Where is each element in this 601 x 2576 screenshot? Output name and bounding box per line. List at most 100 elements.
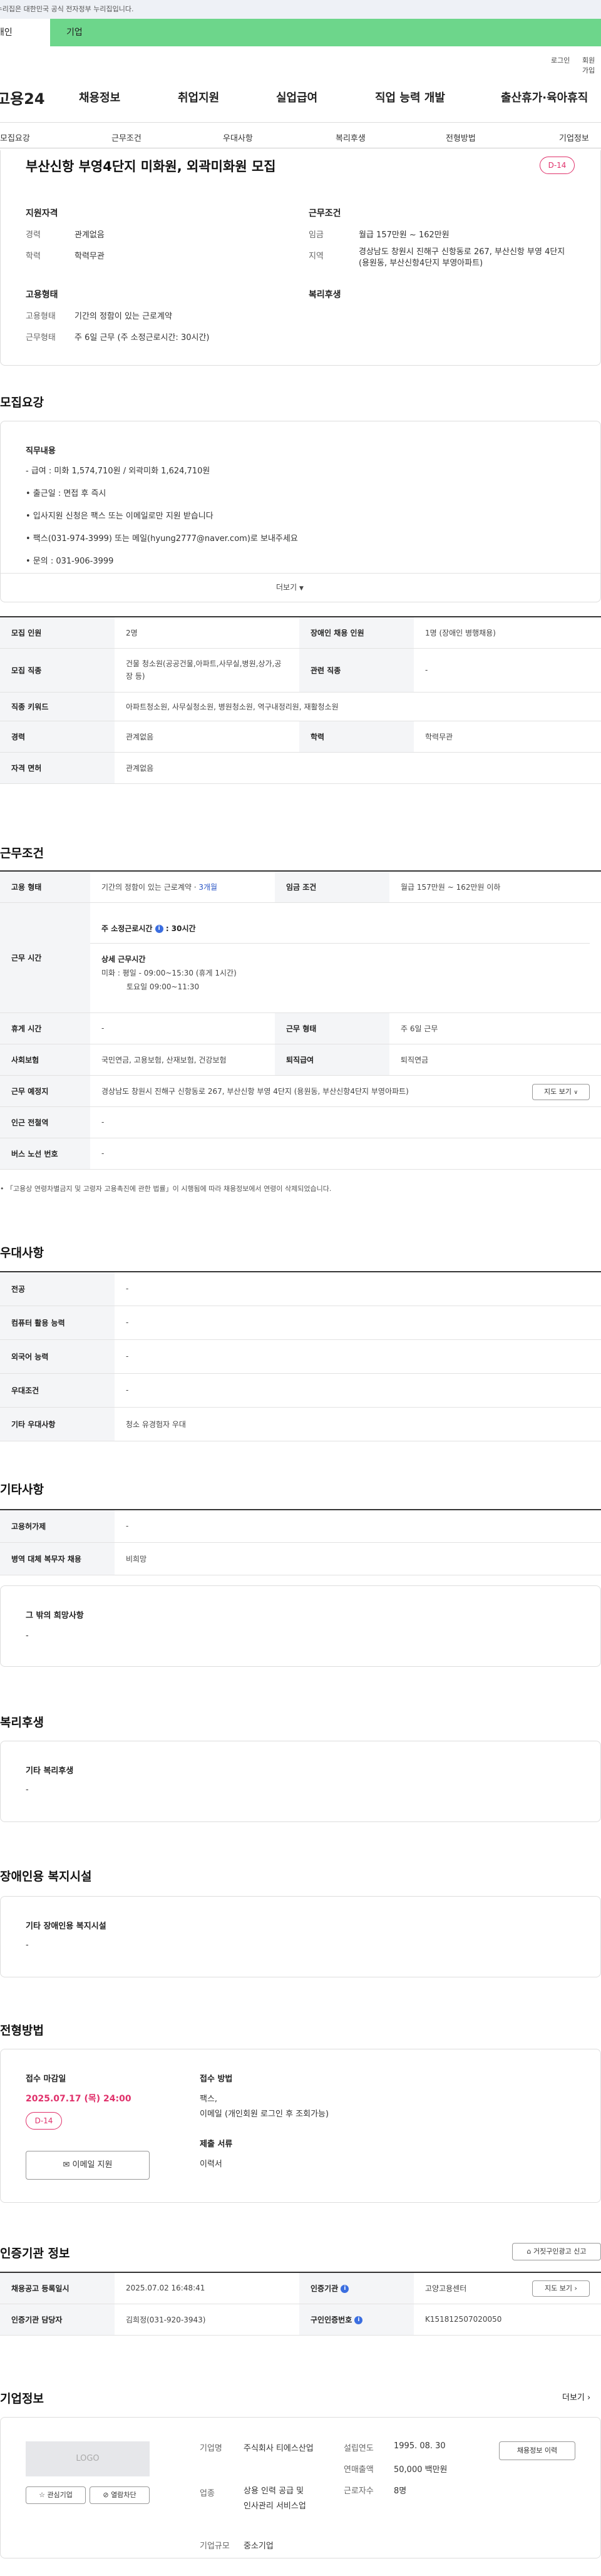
- recruit-education-value: 학력무관: [414, 721, 601, 753]
- notice-marker: •: [0, 1185, 6, 1193]
- mail-icon: ✉: [63, 2160, 70, 2170]
- cert-org-label: 인증기관: [311, 2284, 339, 2293]
- weekly-hours: 주 소정근로시간 i : 30시간: [101, 924, 196, 933]
- company-name-value: 주식회사 티에스산업: [244, 2444, 314, 2453]
- work-type-label: 근무형태: [26, 333, 56, 343]
- info-icon[interactable]: i: [155, 924, 163, 933]
- cert-org-label-cell: 인증기관 i: [299, 2272, 414, 2304]
- deadline-title: 접수 마감일: [26, 2074, 66, 2084]
- job-type-value: 건물 청소원(공공건물,아파트,사무실,병원,상가,공장 등): [115, 648, 299, 693]
- duty-card: 직무내용 - 급여 : 미화 1,574,710원 / 외곽미화 1,624,7…: [0, 421, 601, 602]
- disabled-count-value: 1명 (장애인 병행채용): [414, 617, 601, 649]
- duty-line: • 문의 : 031-906-3999: [26, 557, 114, 566]
- license-label: 자격 면허: [0, 752, 115, 784]
- facility-heading: 장애인용 복지시설: [0, 1870, 92, 1883]
- other-hopes-card: 그 밖의 희망사항 -: [0, 1585, 601, 1667]
- career-label: 경력: [26, 230, 41, 240]
- false-ad-report-button[interactable]: ⌂ 거짓구인광고 신고: [512, 2243, 601, 2260]
- recruit-career-value: 관계없음: [115, 721, 299, 753]
- gov-banner: 이 누리집은 대한민국 공식 전자정부 누리집입니다.: [0, 0, 601, 19]
- subnav-conditions[interactable]: 근무조건: [111, 131, 141, 143]
- severance-label: 퇴직급여: [275, 1044, 389, 1076]
- industry-value: 상용 인력 공급 및 인사관리 서비스업: [244, 2486, 306, 2511]
- pref-label: 우대조건: [0, 1373, 115, 1408]
- tab-enterprise[interactable]: 기업: [50, 19, 601, 46]
- favorite-company-button[interactable]: ☆ 관심기업: [26, 2486, 86, 2504]
- duty-line: • 팩스(031-974-3999) 또는 메일(hyung2777@naver…: [26, 534, 298, 544]
- job-keyword-label: 직종 키워드: [0, 692, 115, 721]
- recruit-education-label: 학력: [299, 721, 414, 753]
- related-job-value: -: [414, 648, 601, 693]
- certification-table: 채용공고 등록일시 2025.07.02 16:48:41 인증기관 i 고양고…: [0, 2272, 601, 2336]
- welfare-card: 기타 복리후생 -: [0, 1741, 601, 1822]
- screening-heading: 전형방법: [0, 2024, 44, 2038]
- documents-title: 제출 서류: [200, 2140, 233, 2149]
- certification-heading: 인증기관 정보: [0, 2247, 70, 2260]
- job-keyword-value: 아파트청소원, 사무실청소원, 병원청소원, 역구내정리원, 재활청소원: [115, 692, 601, 721]
- login-link[interactable]: 로그인: [551, 55, 570, 65]
- info-icon[interactable]: i: [341, 2284, 349, 2293]
- info-icon[interactable]: i: [354, 2316, 363, 2324]
- work-hours-label: 근무 시간: [0, 902, 90, 1013]
- pref-value: 청소 유경험자 우대: [115, 1407, 601, 1441]
- block-view-label: 열람차단: [111, 2491, 136, 2499]
- nav-jobs[interactable]: 채용정보: [79, 89, 120, 105]
- founded-label: 설립연도: [344, 2444, 374, 2453]
- subnav-recruit[interactable]: 모집요강: [0, 131, 30, 143]
- more-button[interactable]: 더보기 ▼: [276, 582, 304, 592]
- org-map-label: 지도 보기: [545, 2284, 573, 2292]
- facility-card-value: -: [26, 1940, 29, 1950]
- subnav-preference[interactable]: 우대사항: [223, 131, 253, 143]
- welfare-heading: 복리후생: [0, 1716, 44, 1729]
- employment-type-value: 기간의 정함이 있는 근로계약: [74, 312, 172, 321]
- pref-label: 전공: [0, 1272, 115, 1306]
- work-hours-cell: 주 소정근로시간 i : 30시간 상세 근무시간 미화 : 평일 - 09:0…: [90, 902, 601, 1013]
- conditions-title: 근무조건: [309, 209, 341, 219]
- employment-type-title: 고용형태: [26, 290, 58, 300]
- etc-label: 병역 대체 복무자 채용: [0, 1542, 115, 1575]
- company-size-label: 기업규모: [200, 2542, 230, 2551]
- pref-value: -: [115, 1373, 601, 1408]
- etc-value: -: [115, 1510, 601, 1543]
- etc-table: 고용허가제 - 병역 대체 복무자 채용 비희망: [0, 1509, 601, 1575]
- subnav-screening[interactable]: 전형방법: [446, 131, 476, 143]
- pref-label: 컴퓨터 활용 능력: [0, 1306, 115, 1340]
- subway-value: -: [90, 1106, 601, 1138]
- nav-divider: [0, 122, 601, 123]
- email-apply-button[interactable]: ✉ 이메일 지원: [26, 2151, 150, 2180]
- education-label: 학력: [26, 252, 41, 261]
- etc-heading: 기타사항: [0, 1483, 44, 1497]
- weekly-hours-value: 30시간: [171, 924, 196, 933]
- job-summary-card: 부산신항 부영4단지 미화원, 외곽미화원 모집 D-14 지원자격 경력 관계…: [0, 150, 601, 366]
- cert-number-value: K151812507020050: [414, 2304, 601, 2336]
- map-view-button[interactable]: 지도 보기 ∨: [532, 1083, 590, 1100]
- welfare-card-title: 기타 복리후생: [26, 1766, 74, 1776]
- more-label: 더보기: [276, 583, 297, 592]
- hours-divider: [90, 942, 590, 944]
- employment-form-cell: 기간의 정함이 있는 근로계약 · 3개월: [90, 871, 275, 903]
- deadline-value: 2025.07.17 (목) 24:00: [26, 2094, 131, 2104]
- job-title: 부산신항 부영4단지 미화원, 외곽미화원 모집: [26, 159, 276, 174]
- preference-table: 전공 - 컴퓨터 활용 능력 - 외국어 능력 - 우대조건 - 기타 우대사항 청소 유…: [0, 1271, 601, 1441]
- org-map-button[interactable]: 지도 보기 ›: [532, 2280, 590, 2297]
- nav-training[interactable]: 직업 능력 개발: [375, 89, 445, 105]
- job-history-button[interactable]: 채용정보 이력: [499, 2441, 575, 2460]
- map-view-label: 지도 보기: [543, 1087, 572, 1096]
- block-view-button[interactable]: ⊘ 열람차단: [90, 2486, 150, 2504]
- work-place-cell: 경상남도 창원시 진해구 신항동로 267, 부산신항 부영 4단지 (용원동,…: [90, 1075, 601, 1107]
- subnav-welfare[interactable]: 복리후생: [336, 131, 366, 143]
- nav-employment-support[interactable]: 취업지원: [178, 89, 219, 105]
- other-hopes-value: -: [26, 1631, 29, 1641]
- nav-unemployment[interactable]: 실업급여: [276, 89, 317, 105]
- false-ad-report-label: 거짓구인광고 신고: [533, 2247, 587, 2255]
- more-divider: [1, 573, 600, 574]
- other-hopes-title: 그 밖의 희망사항: [26, 1611, 84, 1620]
- age-notice: • 「고용상 연령차별금지 및 고령자 고용촉진에 관한 법률」이 시행됨에 따…: [0, 1183, 331, 1193]
- join-link[interactable]: 회원가입: [582, 55, 601, 75]
- nav-parental-leave[interactable]: 출산휴가·육아휴직: [501, 89, 588, 105]
- company-more-link[interactable]: 더보기 ›: [562, 2391, 590, 2403]
- block-icon: ⊘: [103, 2491, 109, 2499]
- cert-manager-value: 김희정(031-920-3943): [115, 2304, 299, 2336]
- tab-personal[interactable]: 개인: [0, 19, 50, 46]
- subnav-company[interactable]: 기업정보: [559, 131, 589, 143]
